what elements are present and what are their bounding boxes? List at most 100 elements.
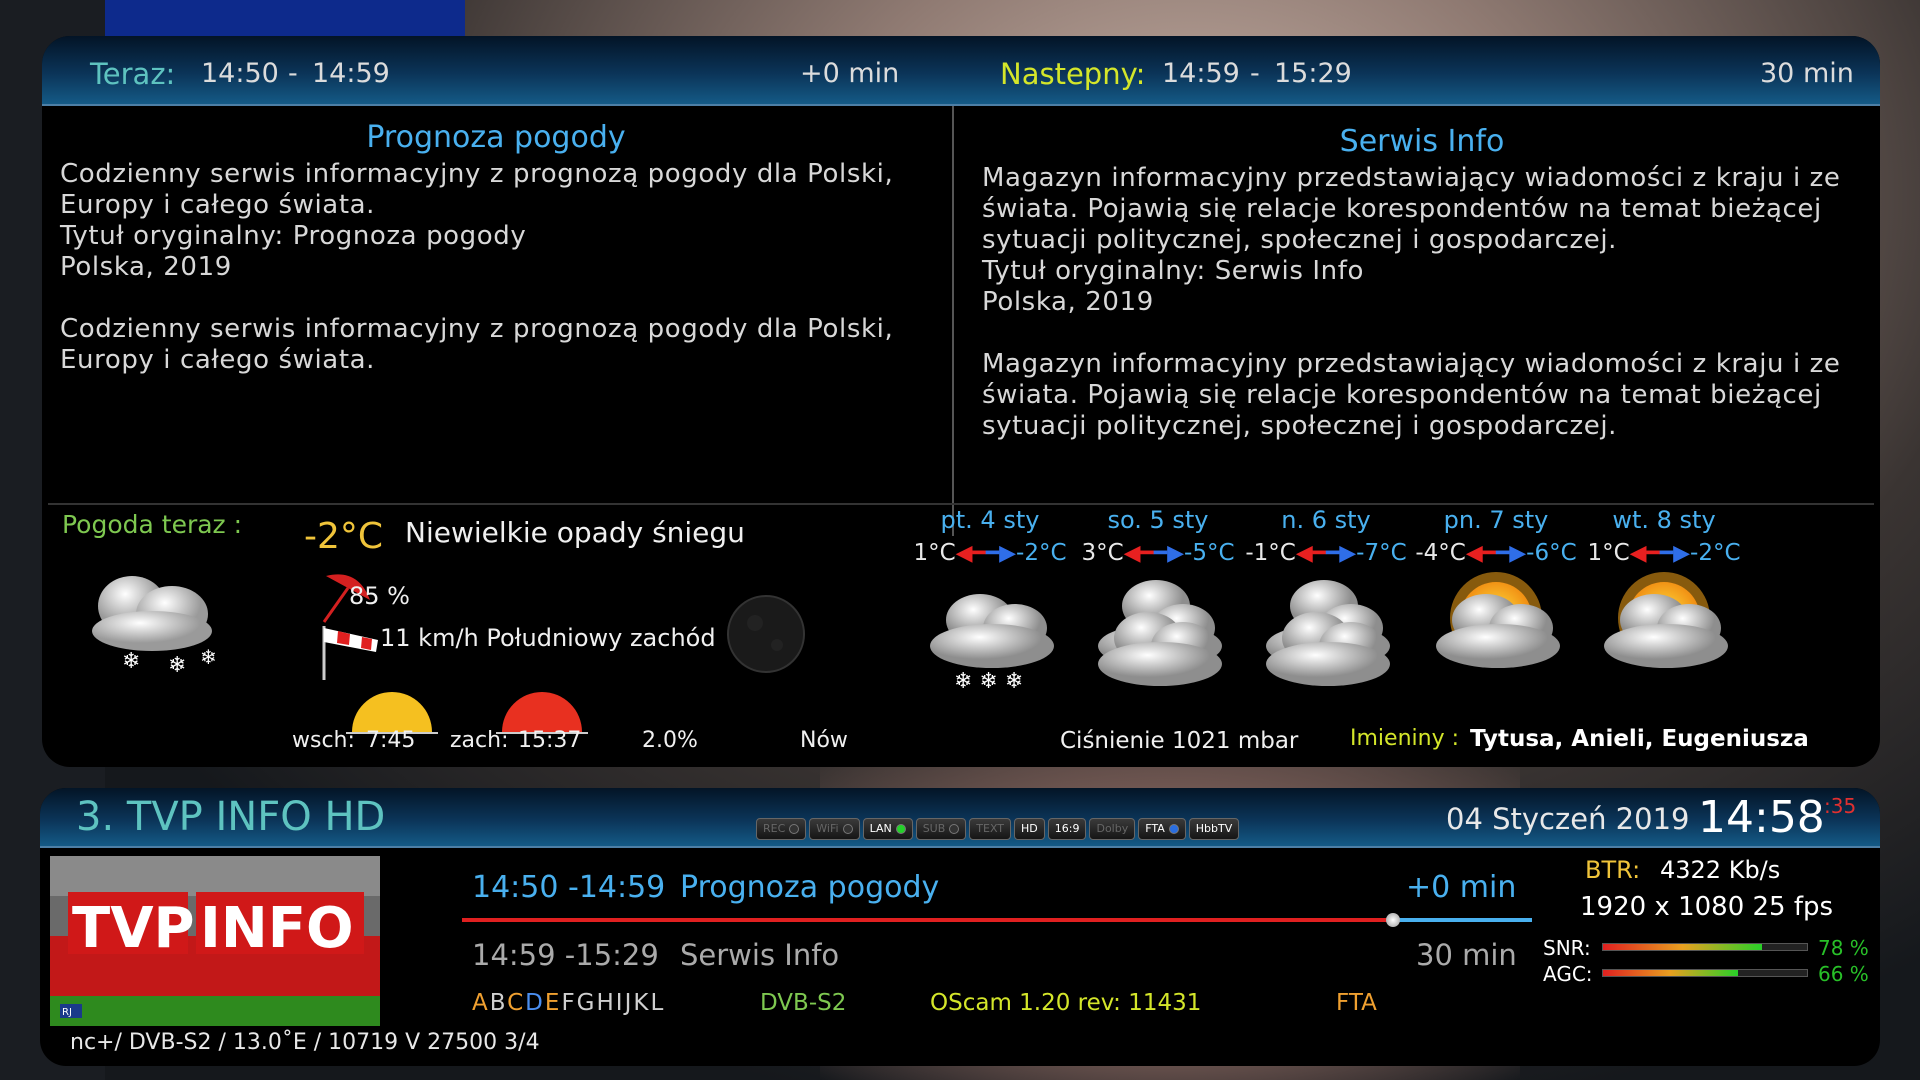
bitrate-value: 4322 Kb/s [1660,856,1781,884]
forecast-temps: 1°C◀━━▶-2°C [1574,540,1754,566]
now-event-title: Prognoza pogody [680,870,940,905]
forecast-day-label: pn. 7 sty [1443,506,1549,534]
epg-weather-panel: Teraz: 14:50 - 14:59 +0 min Nastepny: 14… [42,36,1880,767]
forecast-low: -7°C [1356,540,1407,566]
forecast-high: 1°C [913,540,956,566]
ca-system-letter: A [472,990,490,1016]
clock-seconds: :35 [1824,794,1857,818]
crypt-status: FTA [1336,990,1377,1016]
sunset-label: zach: [450,728,509,753]
agc-label: AGC: [1543,962,1593,986]
now-label: Teraz: [90,57,176,91]
forecast-day: pt. 4 sty 1°C◀━━▶-2°C ❄ ❄ ❄ [900,506,1080,700]
infobar: 3. TVP INFO HD REC WiFi LAN SUB TEXT HD 16:9 Do… [40,788,1880,1066]
forecast-low: -5°C [1184,540,1235,566]
cloud-icon [1098,580,1222,686]
windsock-icon [322,626,378,680]
status-badge: Dolby [1089,818,1136,840]
ca-system-letter: L [650,990,666,1016]
forecast-low: -6°C [1526,540,1577,566]
status-badge: REC [756,818,807,840]
next-label: Nastepny: [1000,57,1146,91]
status-led-icon [1168,824,1179,834]
forecast-day: wt. 8 sty 1°C◀━━▶-2°C [1574,506,1754,700]
sun-cloud-icon [1604,572,1728,668]
svg-text:❄ ❄ ❄: ❄ ❄ ❄ [954,669,1023,694]
agc-value: 66 % [1818,962,1869,986]
status-badge: 16:9 [1047,818,1087,840]
ca-system-letter: K [633,990,651,1016]
next-start: 14:59 [1162,58,1240,89]
arrow-right-icon: ━▶ [1496,541,1527,566]
ca-system-letter: E [544,990,562,1016]
sunset-time: 15:37 [518,728,582,753]
transponder-info: nc+/ DVB-S2 / 13.0˚E / 10719 V 27500 3/4 [70,1030,540,1055]
moon-phase: Nów [800,728,848,753]
logo-corner: RJ [62,1007,72,1018]
event-progress-bar [462,913,1532,927]
next-duration: 30 min [1760,58,1854,89]
namedays: Tytusa, Anieli, Eugeniusza [1470,726,1809,752]
forecast-temps: -4°C◀━━▶-6°C [1406,540,1586,566]
snr-label: SNR: [1543,936,1591,960]
ca-system-letter: H [596,990,616,1016]
forecast-day-label: pt. 4 sty [940,506,1040,534]
arrow-left-icon: ◀━ [1295,541,1326,566]
moon-percent: 2.0% [642,728,698,753]
status-badge: HD [1014,818,1045,840]
ca-system-letter: F [561,990,577,1016]
status-badge-label: LAN [869,822,892,835]
now-description: Prognoza pogody Codzienny serwis informa… [42,106,950,536]
logo-text-left: TVP [72,896,195,961]
arrow-right-icon: ━▶ [985,541,1017,566]
forecast-temps: 3°C◀━━▶-5°C [1068,540,1248,566]
forecast-high: 3°C [1081,540,1124,566]
forecast-high: 1°C [1587,540,1630,566]
ca-systems: ABCDEFGHIJKL [472,990,665,1016]
pressure: Ciśnienie 1021 mbar [1060,728,1299,754]
status-badge-label: HD [1021,822,1038,835]
snow-cloud-icon: ❄ ❄ ❄ [930,594,1054,694]
forecast-day: pn. 7 sty -4°C◀━━▶-6°C [1406,506,1586,700]
arrow-left-icon: ◀━ [1123,541,1154,566]
sunrise-label: wsch: [292,728,355,753]
arrow-right-icon: ━▶ [1659,541,1691,566]
arrow-left-icon: ◀━ [1629,541,1660,566]
ca-system-letter: G [576,990,597,1016]
forecast-day: so. 5 sty 3°C◀━━▶-5°C [1068,506,1248,700]
next-event-duration: 30 min [1416,938,1517,972]
weather-humidity: 85 % [349,582,410,610]
status-led-icon [842,824,853,834]
forecast-day: n. 6 sty -1°C◀━━▶-7°C [1236,506,1416,700]
forecast-day-label: wt. 8 sty [1612,506,1716,534]
snr-fill [1603,944,1763,950]
status-badge-label: REC [763,822,786,835]
ca-system-letter: D [525,990,545,1016]
arrow-right-icon: ━▶ [1153,541,1185,566]
channel-logo: TVP INFO RJ [50,856,380,1026]
forecast-low: -2°C [1016,540,1067,566]
status-badge-label: TEXT [976,822,1005,835]
bitrate-label: BTR: [1585,856,1641,884]
snr-bar [1602,943,1808,951]
channel-name: 3. TVP INFO HD [76,794,386,840]
forecast-low: -2°C [1690,540,1741,566]
event-progress-knob [1385,913,1400,927]
next-event-time: 14:59 -15:29 [472,938,659,972]
status-badge: WiFi [809,818,860,840]
clock: 14:58 [1698,792,1825,843]
status-led-icon [949,824,960,834]
sunrise-time: 7:45 [366,728,416,753]
now-event-offset: +0 min [1406,870,1517,905]
softcam-info: OScam 1.20 rev: 11431 [930,990,1202,1016]
weather-condition: Niewielkie opady śniegu [405,516,745,549]
svg-text:❄: ❄ [122,649,140,674]
forecast-temps: 1°C◀━━▶-2°C [900,540,1080,566]
date: 04 Styczeń 2019 [1446,802,1690,836]
forecast-day-label: n. 6 sty [1281,506,1371,534]
logo-text-right: INFO [200,896,354,961]
status-led-icon [895,824,906,834]
weather-temperature: -2°C [304,516,384,557]
status-badge-label: SUB [922,822,946,835]
agc-bar [1602,969,1808,977]
